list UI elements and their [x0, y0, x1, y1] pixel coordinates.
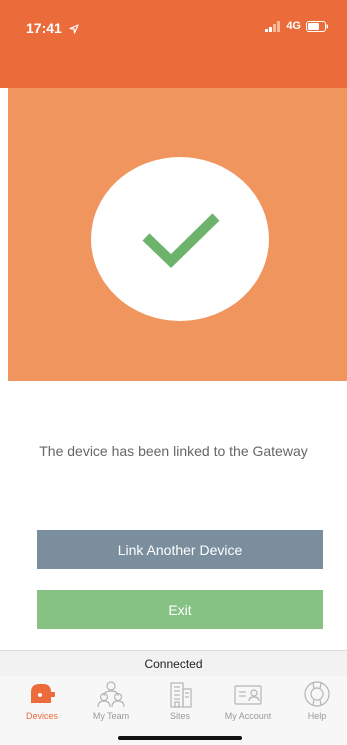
tab-label: Help — [307, 711, 327, 721]
tab-label: Devices — [25, 711, 58, 721]
checkmark-icon — [142, 213, 220, 268]
tab-label: My Team — [92, 711, 130, 721]
network-label: 4G — [286, 20, 301, 32]
connection-status: Connected — [0, 650, 347, 676]
location-arrow-icon — [69, 24, 79, 34]
tab-my-team[interactable]: My Team — [77, 676, 145, 726]
tab-my-account[interactable]: My Account — [214, 676, 282, 726]
account-card-icon — [234, 685, 262, 705]
tab-sites[interactable]: Sites — [146, 676, 214, 726]
success-circle — [91, 157, 269, 321]
team-icon — [97, 681, 125, 708]
link-another-device-button[interactable]: Link Another Device — [37, 530, 323, 569]
exit-button[interactable]: Exit — [37, 590, 323, 629]
battery-icon — [306, 20, 328, 32]
home-indicator[interactable] — [118, 736, 242, 740]
lifebuoy-icon — [304, 681, 330, 707]
success-message: The device has been linked to the Gatewa… — [39, 443, 308, 459]
time-label: 17:41 — [26, 20, 62, 36]
tab-label: Sites — [169, 711, 190, 721]
building-icon — [170, 682, 192, 708]
lock-device-icon — [31, 684, 55, 703]
status-time: 17:41 — [26, 20, 79, 36]
tab-bar: Devices My Team Sites My Account Help — [0, 676, 347, 745]
cellular-signal-icon — [265, 20, 281, 32]
tab-help[interactable]: Help — [283, 676, 347, 726]
status-bar: 17:41 4G — [0, 0, 347, 88]
status-indicators: 4G — [265, 20, 329, 32]
tab-devices[interactable]: Devices — [8, 676, 76, 726]
tab-label: My Account — [224, 711, 272, 721]
